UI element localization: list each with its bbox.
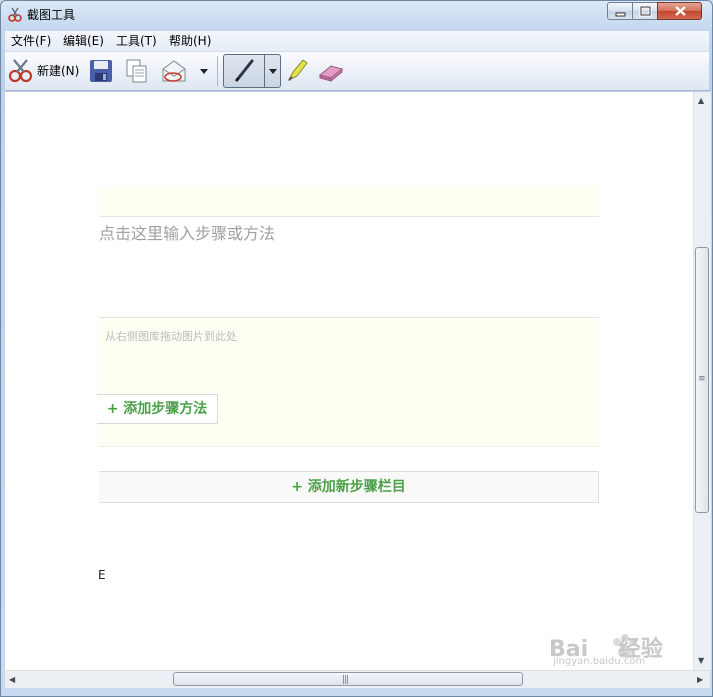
scroll-up-icon[interactable]: ▲ bbox=[698, 96, 704, 106]
pen-split-divider bbox=[264, 55, 265, 87]
menu-help[interactable]: 帮助(H) bbox=[169, 33, 211, 49]
minimize-button[interactable] bbox=[607, 2, 633, 20]
image-drop-area[interactable]: 从右侧图库拖动图片到此处 + 添加步骤方法 bbox=[97, 317, 599, 447]
close-icon bbox=[675, 6, 686, 16]
menu-edit[interactable]: 编辑(E) bbox=[63, 33, 104, 49]
drag-hint-text: 从右侧图库拖动图片到此处 bbox=[105, 330, 237, 343]
vertical-scrollbar[interactable]: ▲ ≡ ▼ bbox=[693, 92, 711, 670]
pen-tool-button[interactable] bbox=[223, 54, 281, 88]
title-bar[interactable]: 截图工具 bbox=[1, 1, 712, 29]
highlighter-icon bbox=[287, 59, 308, 82]
maximize-button[interactable] bbox=[632, 2, 658, 20]
scissors-icon bbox=[8, 59, 33, 83]
toolbar-separator bbox=[217, 56, 218, 86]
horizontal-scrollbar[interactable]: ◀ ||| ▶ bbox=[5, 670, 710, 688]
maximize-icon bbox=[639, 5, 652, 17]
send-email-icon bbox=[162, 60, 186, 82]
menu-bar: 文件(F) 编辑(E) 工具(T) 帮助(H) bbox=[5, 31, 709, 52]
close-button[interactable] bbox=[657, 2, 702, 20]
toolbar: 新建(N) bbox=[5, 52, 709, 91]
new-snip-label: 新建(N) bbox=[37, 64, 80, 78]
save-button[interactable] bbox=[87, 56, 115, 86]
minimize-icon bbox=[615, 12, 626, 17]
vertical-scroll-thumb[interactable]: ≡ bbox=[695, 247, 709, 513]
pen-dropdown-icon[interactable] bbox=[268, 68, 278, 76]
watermark-url: jingyan.baidu.com bbox=[553, 656, 646, 667]
truncated-text: E bbox=[98, 568, 106, 582]
snip-canvas[interactable]: 点击这里输入步骤或方法 从右侧图库拖动图片到此处 + 添加步骤方法 + 添加新步… bbox=[5, 92, 693, 670]
highlighter-button[interactable] bbox=[285, 56, 311, 86]
scroll-down-icon[interactable]: ▼ bbox=[698, 656, 704, 666]
grip-icon: ≡ bbox=[698, 374, 705, 384]
step-placeholder[interactable]: 点击这里输入步骤或方法 bbox=[99, 224, 275, 244]
chevron-down-icon[interactable] bbox=[199, 68, 209, 76]
copy-button[interactable] bbox=[123, 56, 151, 86]
menu-file[interactable]: 文件(F) bbox=[11, 33, 51, 49]
snipping-tool-window: 截图工具 文件(F) 编辑(E) 工具(T) 帮助(H) 新建(N) 点击这里输… bbox=[0, 0, 713, 697]
eraser-icon bbox=[318, 65, 344, 83]
window-title: 截图工具 bbox=[27, 8, 76, 22]
h-grip-icon: ||| bbox=[342, 675, 349, 685]
new-snip-button[interactable]: 新建(N) bbox=[7, 56, 83, 86]
floppy-disk-icon bbox=[90, 60, 112, 82]
add-new-step-button[interactable]: + 添加新步骤栏目 bbox=[99, 471, 599, 503]
scissors-app-icon bbox=[8, 7, 22, 22]
pen-icon bbox=[235, 59, 254, 82]
eraser-button[interactable] bbox=[317, 56, 345, 86]
send-snip-button[interactable] bbox=[159, 56, 211, 86]
menu-tools[interactable]: 工具(T) bbox=[116, 33, 157, 49]
copy-icon bbox=[126, 59, 147, 83]
title-input-band bbox=[99, 187, 599, 217]
horizontal-scroll-thumb[interactable]: ||| bbox=[173, 672, 523, 686]
add-method-button[interactable]: + 添加步骤方法 bbox=[97, 394, 218, 424]
scroll-left-icon[interactable]: ◀ bbox=[9, 675, 15, 685]
scroll-right-icon[interactable]: ▶ bbox=[697, 675, 703, 685]
